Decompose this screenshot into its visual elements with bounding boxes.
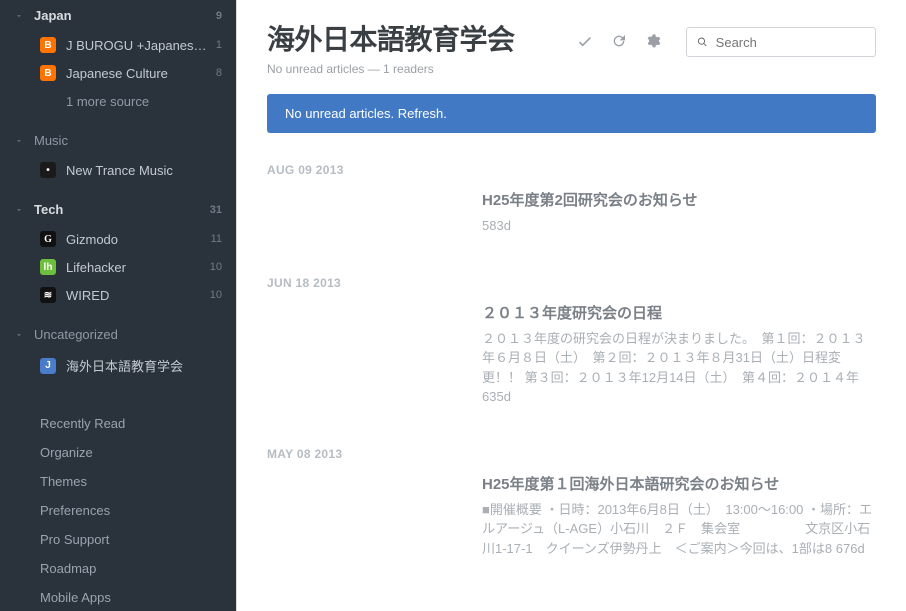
header: 海外日本語教育学会 No unread articles — 1 readers	[267, 18, 876, 76]
nav-mobile apps[interactable]: Mobile Apps	[0, 583, 236, 611]
date-header: JUN 18 2013	[267, 276, 876, 290]
article-item[interactable]: H25年度第2回研究会のお知らせ 583d	[482, 189, 876, 236]
nav-organize[interactable]: Organize	[0, 438, 236, 467]
search-icon	[697, 36, 708, 48]
feed-item[interactable]: B Japanese Culture 8	[0, 59, 236, 87]
article-title: H25年度第１回海外日本語研究会のお知らせ	[482, 473, 876, 494]
feed-item[interactable]: G Gizmodo 11	[0, 225, 236, 253]
folder-tech[interactable]: Tech 31	[0, 194, 236, 225]
article-excerpt: 583d	[482, 216, 876, 236]
sidebar: Japan 9B J BUROGU +Japanes… 1B Japanese …	[0, 0, 236, 611]
feed-subtitle: No unread articles — 1 readers	[267, 62, 574, 76]
feed-item[interactable]: B J BUROGU +Japanes… 1	[0, 31, 236, 59]
search-input[interactable]	[716, 35, 865, 50]
chevron-down-icon	[12, 203, 26, 217]
g-icon: G	[40, 231, 56, 247]
feed-item[interactable]: • New Trance Music	[0, 156, 236, 184]
chevron-down-icon	[12, 134, 26, 148]
nav-preferences[interactable]: Preferences	[0, 496, 236, 525]
article-age: 583d	[482, 218, 511, 233]
date-header: AUG 09 2013	[267, 163, 876, 177]
feed-title: 海外日本語教育学会	[267, 18, 574, 58]
article-excerpt: ■開催概要 ・日時：2013年6月8日（土） 13:00～16:00 ・場所：エ…	[482, 500, 876, 559]
feed-item[interactable]: lh Lifehacker 10	[0, 253, 236, 281]
blogger-icon: B	[40, 65, 56, 81]
feed-item[interactable]: ≋ WIRED 10	[0, 281, 236, 309]
folder-music[interactable]: Music	[0, 125, 236, 156]
article-age: 676d	[836, 541, 865, 556]
mark-read-button[interactable]	[574, 30, 596, 52]
wired-icon: ≋	[40, 287, 56, 303]
chevron-down-icon	[12, 328, 26, 342]
article-item[interactable]: H25年度第１回海外日本語研究会のお知らせ ■開催概要 ・日時：2013年6月8…	[482, 473, 876, 559]
date-header: MAY 08 2013	[267, 447, 876, 461]
toolbar	[574, 24, 876, 57]
nav-pro support[interactable]: Pro Support	[0, 525, 236, 554]
dark-icon: •	[40, 162, 56, 178]
folder-uncategorized[interactable]: Uncategorized	[0, 319, 236, 350]
nav-themes[interactable]: Themes	[0, 467, 236, 496]
article-title: H25年度第2回研究会のお知らせ	[482, 189, 876, 210]
refresh-button[interactable]	[608, 30, 630, 52]
main-pane: 海外日本語教育学会 No unread articles — 1 readers…	[236, 0, 906, 611]
article-item[interactable]: ２０１３年度研究会の日程 ２０１３年度の研究会の日程が決まりました。 第１回：２…	[482, 302, 876, 407]
article-age: 635d	[482, 389, 511, 404]
chevron-down-icon	[12, 9, 26, 23]
nav-roadmap[interactable]: Roadmap	[0, 554, 236, 583]
nav-recently read[interactable]: Recently Read	[0, 409, 236, 438]
blogger-icon: B	[40, 37, 56, 53]
lh-icon: lh	[40, 259, 56, 275]
folder-japan[interactable]: Japan 9	[0, 0, 236, 31]
feed-item[interactable]: J 海外日本語教育学会	[0, 350, 236, 381]
settings-button[interactable]	[642, 30, 664, 52]
article-excerpt: ２０１３年度の研究会の日程が決まりました。 第１回：２０１３年６月８日（土） 第…	[482, 329, 876, 407]
more-sources[interactable]: 1 more source	[0, 87, 236, 115]
article-title: ２０１３年度研究会の日程	[482, 302, 876, 323]
notice-banner[interactable]: No unread articles. Refresh.	[267, 94, 876, 133]
search-box[interactable]	[686, 27, 876, 57]
j-icon: J	[40, 358, 56, 374]
